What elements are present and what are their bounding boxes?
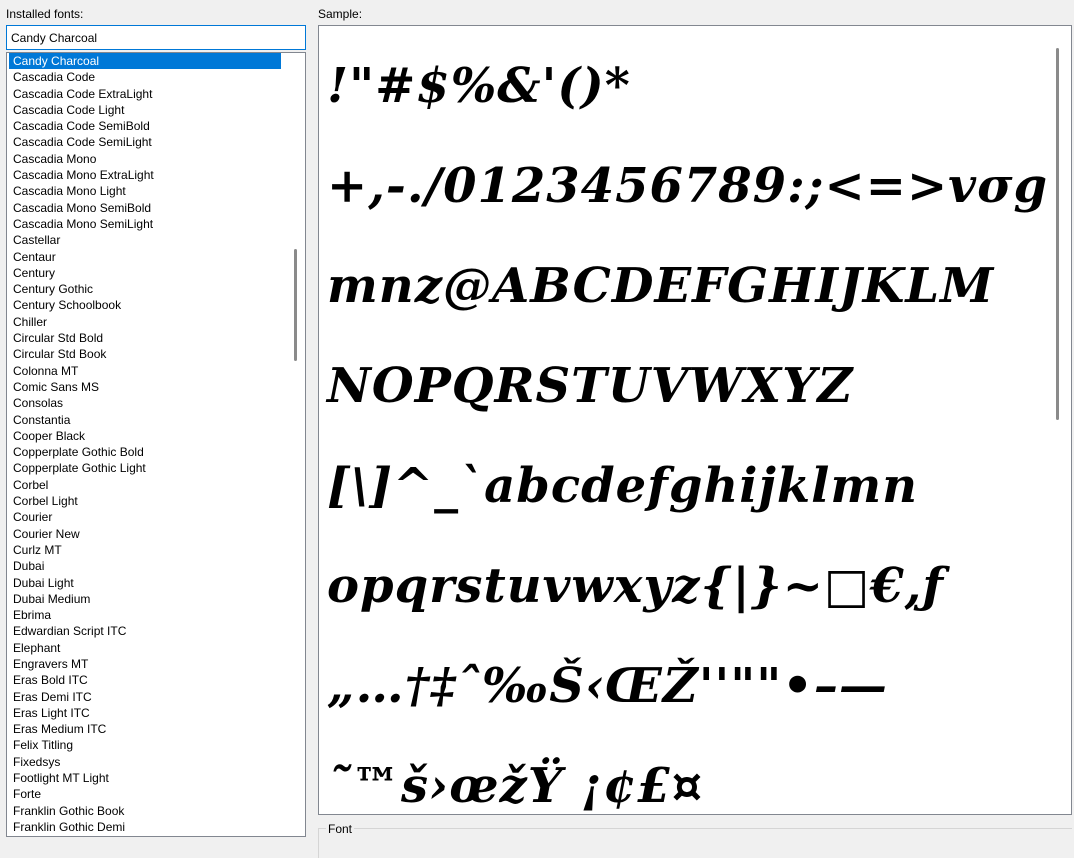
font-list-item[interactable]: Castellar <box>9 232 281 248</box>
font-list-items: Candy Charcoal Cascadia Code Cascadia Code… <box>7 53 305 835</box>
font-list-item[interactable]: Footlight MT Light <box>9 770 281 786</box>
font-list-item[interactable]: Eras Bold ITC <box>9 672 281 688</box>
font-group-label: Font <box>326 822 355 836</box>
font-list-item[interactable]: Franklin Gothic Demi <box>9 819 281 835</box>
font-list-item[interactable]: Century Gothic <box>9 281 281 297</box>
font-list-item[interactable]: Circular Std Bold <box>9 330 281 346</box>
font-list-item[interactable]: Dubai <box>9 558 281 574</box>
sample-text: !"#$%&'()* +,-./0123456789:;<=>vσg mnz@A… <box>327 58 1049 814</box>
font-list-item[interactable]: Dubai Medium <box>9 591 281 607</box>
font-list-item[interactable]: Curlz MT <box>9 542 281 558</box>
font-list-item[interactable]: Eras Light ITC <box>9 705 281 721</box>
font-list-item[interactable]: Engravers MT <box>9 656 281 672</box>
font-list-item[interactable]: Copperplate Gothic Light <box>9 460 281 476</box>
font-list-item[interactable]: Cascadia Code SemiLight <box>9 134 281 150</box>
font-list-item[interactable]: Cooper Black <box>9 428 281 444</box>
font-list-item[interactable]: Candy Charcoal <box>9 53 281 70</box>
sample-scrollbar[interactable] <box>1056 48 1059 420</box>
font-group-box: Font <box>318 822 1072 858</box>
installed-fonts-list[interactable]: Candy Charcoal Cascadia Code Cascadia Code… <box>6 52 306 837</box>
font-list-item[interactable]: Cascadia Code SemiBold <box>9 118 281 134</box>
font-list-item[interactable]: Century Schoolbook <box>9 297 281 313</box>
font-list-item[interactable]: Franklin Gothic Book <box>9 803 281 819</box>
font-list-item[interactable]: Dubai Light <box>9 575 281 591</box>
font-list-item[interactable]: Cascadia Code <box>9 69 281 85</box>
sample-label: Sample: <box>318 7 363 21</box>
font-list-item[interactable]: Corbel Light <box>9 493 281 509</box>
font-list-item[interactable]: Comic Sans MS <box>9 379 281 395</box>
font-list-item[interactable]: Century <box>9 265 281 281</box>
font-list-item[interactable]: Cascadia Mono SemiLight <box>9 216 281 232</box>
font-list-item[interactable]: Felix Titling <box>9 737 281 753</box>
font-list-item[interactable]: Courier New <box>9 526 281 542</box>
font-list-item[interactable]: Cascadia Mono <box>9 151 281 167</box>
font-list-item[interactable]: Fixedsys <box>9 754 281 770</box>
font-list-item[interactable]: Edwardian Script ITC <box>9 623 281 639</box>
font-list-item[interactable]: Centaur <box>9 249 281 265</box>
font-list-item[interactable]: Chiller <box>9 314 281 330</box>
font-list-item[interactable]: Cascadia Mono Light <box>9 183 281 199</box>
font-list-item[interactable]: Colonna MT <box>9 363 281 379</box>
font-list-item[interactable]: Constantia <box>9 412 281 428</box>
font-list-item[interactable]: Cascadia Code Light <box>9 102 281 118</box>
font-name-input[interactable] <box>6 25 306 50</box>
installed-fonts-label: Installed fonts: <box>6 7 84 21</box>
font-list-scrollbar[interactable] <box>294 249 297 361</box>
font-list-item[interactable]: Courier <box>9 509 281 525</box>
font-list-item[interactable]: Copperplate Gothic Bold <box>9 444 281 460</box>
font-list-item[interactable]: Ebrima <box>9 607 281 623</box>
font-list-item[interactable]: Circular Std Book <box>9 346 281 362</box>
sample-preview: !"#$%&'()* +,-./0123456789:;<=>vσg mnz@A… <box>318 25 1072 815</box>
font-list-item[interactable]: Forte <box>9 786 281 802</box>
font-list-item[interactable]: Cascadia Mono ExtraLight <box>9 167 281 183</box>
font-list-item[interactable]: Eras Demi ITC <box>9 689 281 705</box>
font-list-item[interactable]: Cascadia Mono SemiBold <box>9 200 281 216</box>
font-list-item[interactable]: Eras Medium ITC <box>9 721 281 737</box>
font-list-item[interactable]: Cascadia Code ExtraLight <box>9 86 281 102</box>
font-list-item[interactable]: Consolas <box>9 395 281 411</box>
font-list-item[interactable]: Corbel <box>9 477 281 493</box>
font-list-item[interactable]: Elephant <box>9 640 281 656</box>
